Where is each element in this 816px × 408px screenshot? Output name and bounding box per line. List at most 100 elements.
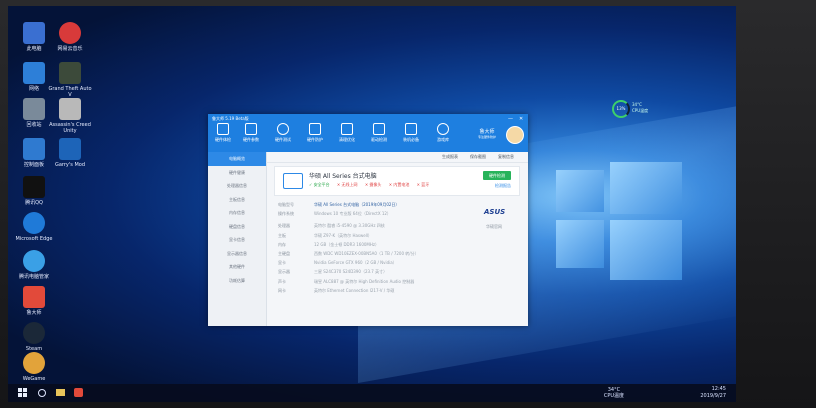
app-sidebar: 电脑概览 硬件健康 处理器信息 主板信息 内存信息 硬盘信息 显卡信息 显示器信… <box>208 152 267 326</box>
desktop-icon-qq[interactable]: 腾讯QQ <box>10 176 58 206</box>
music-icon <box>59 22 81 44</box>
temperature-widget[interactable]: 13% 34°C CPU温度 <box>612 100 652 118</box>
search-icon[interactable] <box>38 389 46 397</box>
sidebar-item-cpu[interactable]: 处理器信息 <box>208 179 266 193</box>
close-button[interactable]: ✕ <box>519 116 523 122</box>
wallpaper-window-pane <box>610 220 682 280</box>
brand: 鲁大师 专注硬件防护 <box>472 128 502 139</box>
sidebar-item-monitor[interactable]: 显示器信息 <box>208 247 266 261</box>
sidebar-item-disk[interactable]: 硬盘信息 <box>208 220 266 234</box>
wallpaper-window-pane <box>556 220 604 268</box>
list-item: 主硬盘 西数 WDC WD10EZEX-00BN5A0（1 TB / 7200 转… <box>278 250 419 256</box>
folder-icon[interactable] <box>56 389 65 396</box>
desktop-icon-ludashi[interactable]: 鲁大师 <box>10 286 58 316</box>
tag-wireless: ✕ 无线上网 <box>336 182 358 187</box>
nav-driver-check[interactable]: 驱动检测 <box>366 123 392 142</box>
list-item: 网卡 英特尔 Ethernet Connection I217-V / 华硕 <box>278 287 395 293</box>
widget-temp-label: CPU温度 <box>632 108 649 113</box>
chip-icon <box>373 123 385 135</box>
list-item: 声卡 瑞昱 ALC887 @ 英特尔 High Definition Audio … <box>278 278 415 284</box>
tag-bluetooth: ✕ 蓝牙 <box>416 182 430 187</box>
detect-report-link[interactable]: 检测报告 <box>495 183 511 189</box>
list-item: 主板 华硕 Z97-K（英特尔 Haswell） <box>278 232 372 238</box>
cpu-usage-ring: 13% <box>612 100 630 118</box>
edge-icon <box>23 212 45 234</box>
app-title: 鲁大师 5.19 Beta版 <box>212 116 249 121</box>
feature-tags: ✓ 安全平台 ✕ 无线上网 ✕ 摄像头 ✕ 内置电池 ✕ 蓝牙 <box>309 182 435 188</box>
desktop-screen: 此电脑 网易云音乐 网络 Grand Theft Auto V 回收站 Assa… <box>8 6 736 402</box>
computer-summary-card: 华硕 All Series 台式电脑 ✓ 安全平台 ✕ 无线上网 ✕ 摄像头 ✕… <box>274 166 520 196</box>
gta-icon <box>59 62 81 84</box>
gamepad-icon <box>437 123 449 135</box>
app-titlebar: 鲁大师 5.19 Beta版 硬件体检 硬件参数 硬件测试 硬件防护 清理优化 … <box>208 114 528 152</box>
ludashi-window: 鲁大师 5.19 Beta版 硬件体检 硬件参数 硬件测试 硬件防护 清理优化 … <box>208 114 528 326</box>
gauge-icon <box>277 123 289 135</box>
list-item: 显示器 三星 S24C370 S24D390（23.7 英寸） <box>278 269 388 275</box>
brand-slogan: 专注硬件防护 <box>477 135 496 139</box>
copy-info-button[interactable]: 复制信息 <box>498 154 514 160</box>
clock-time: 12:45 <box>711 386 726 392</box>
list-item: 显卡 Nvidia GeForce GTX 960（2 GB / Nvidia） <box>278 260 397 266</box>
sidebar-item-motherboard[interactable]: 主板信息 <box>208 193 266 207</box>
clock[interactable]: 12:45 2019/9/27 <box>700 386 726 400</box>
desktop-icon-netease-music[interactable]: 网易云音乐 <box>46 22 94 52</box>
nav-hardware-params[interactable]: 硬件参数 <box>238 123 264 142</box>
desktop-icon-edge[interactable]: Microsoft Edge <box>10 212 58 242</box>
save-screenshot-button[interactable]: 保存截图 <box>470 154 486 160</box>
nav-essentials[interactable]: 装机必备 <box>398 123 424 142</box>
nav-hardware-protect[interactable]: 硬件防护 <box>302 123 328 142</box>
list-item: 操作系统 Windows 10 专业版 64位（DirectX 12） <box>278 211 391 217</box>
hardware-detect-button[interactable]: 硬件检测 <box>483 171 511 180</box>
computer-icon <box>23 22 45 44</box>
steam-icon <box>23 322 45 344</box>
nav-game-library[interactable]: 游戏库 <box>430 123 456 142</box>
ludashi-icon <box>23 286 45 308</box>
hardware-info-list: 电脑型号 华硕 All Series 台式电脑（2019年09月02日） 操作系统… <box>278 200 458 295</box>
nav-cleanup[interactable]: 清理优化 <box>334 123 360 142</box>
nav-hardware-test[interactable]: 硬件测试 <box>270 123 296 142</box>
list-item: 电脑型号 华硕 All Series 台式电脑（2019年09月02日） <box>278 202 400 207</box>
nav-hardware-check[interactable]: 硬件体检 <box>210 123 236 142</box>
desktop-icon-steam[interactable]: Steam <box>10 322 58 352</box>
minimize-button[interactable]: — <box>508 116 513 122</box>
shield-icon <box>309 123 321 135</box>
windows-start-icon[interactable] <box>18 388 28 398</box>
ludashi-taskbar-icon[interactable] <box>74 388 83 397</box>
bag-icon <box>405 123 417 135</box>
wallpaper-window-pane <box>610 162 682 214</box>
list-item: 内存 12 GB（金士顿 DDR3 1600MHz） <box>278 241 379 247</box>
desktop-icon-assassins-creed[interactable]: Assassin's Creed Unity <box>46 98 94 134</box>
content-toolbar: 生成报表 保存截图 复制信息 <box>266 152 528 163</box>
recycle-bin-icon <box>23 98 45 120</box>
assassins-creed-icon <box>59 98 81 120</box>
sidebar-item-overview[interactable]: 电脑概览 <box>208 152 266 166</box>
garrys-mod-icon <box>59 138 81 160</box>
brand-name: 鲁大师 <box>479 129 495 135</box>
broom-icon <box>341 123 353 135</box>
manufacturer-logo: ASUS <box>484 208 506 216</box>
desktop-icon-pc-manager[interactable]: 腾讯电脑管家 <box>10 250 58 280</box>
list-item: 处理器 英特尔 酷睿 i5-4590 @ 3.30GHz 四核 <box>278 223 385 229</box>
network-icon <box>23 62 45 84</box>
desktop-pc-icon <box>283 173 303 189</box>
control-panel-icon <box>23 138 45 160</box>
tag-secure-platform: ✓ 安全平台 <box>309 182 330 187</box>
manufacturer-site-link[interactable]: 华硕官网 <box>486 224 502 230</box>
clock-date: 2019/9/27 <box>700 393 726 399</box>
tag-camera: ✕ 摄像头 <box>364 182 382 187</box>
sidebar-item-memory[interactable]: 内存信息 <box>208 206 266 220</box>
qq-penguin-icon <box>23 176 45 198</box>
pc-manager-icon <box>23 250 45 272</box>
list-icon <box>245 123 257 135</box>
desktop-icon-garrys-mod[interactable]: Garry's Mod <box>46 138 94 168</box>
sidebar-item-power[interactable]: 功耗估算 <box>208 274 266 288</box>
desktop-icon-gta-v[interactable]: Grand Theft Auto V <box>46 62 94 98</box>
ludashi-avatar-logo <box>506 126 524 144</box>
desktop-icon-wegame[interactable]: WeGame <box>10 352 58 382</box>
generate-report-button[interactable]: 生成报表 <box>442 154 458 160</box>
sidebar-item-gpu[interactable]: 显卡信息 <box>208 233 266 247</box>
sidebar-item-other[interactable]: 其他硬件 <box>208 260 266 274</box>
computer-model: 华硕 All Series 台式电脑 <box>309 173 377 180</box>
tag-battery: ✕ 内置电池 <box>388 182 410 187</box>
sidebar-item-health[interactable]: 硬件健康 <box>208 166 266 180</box>
